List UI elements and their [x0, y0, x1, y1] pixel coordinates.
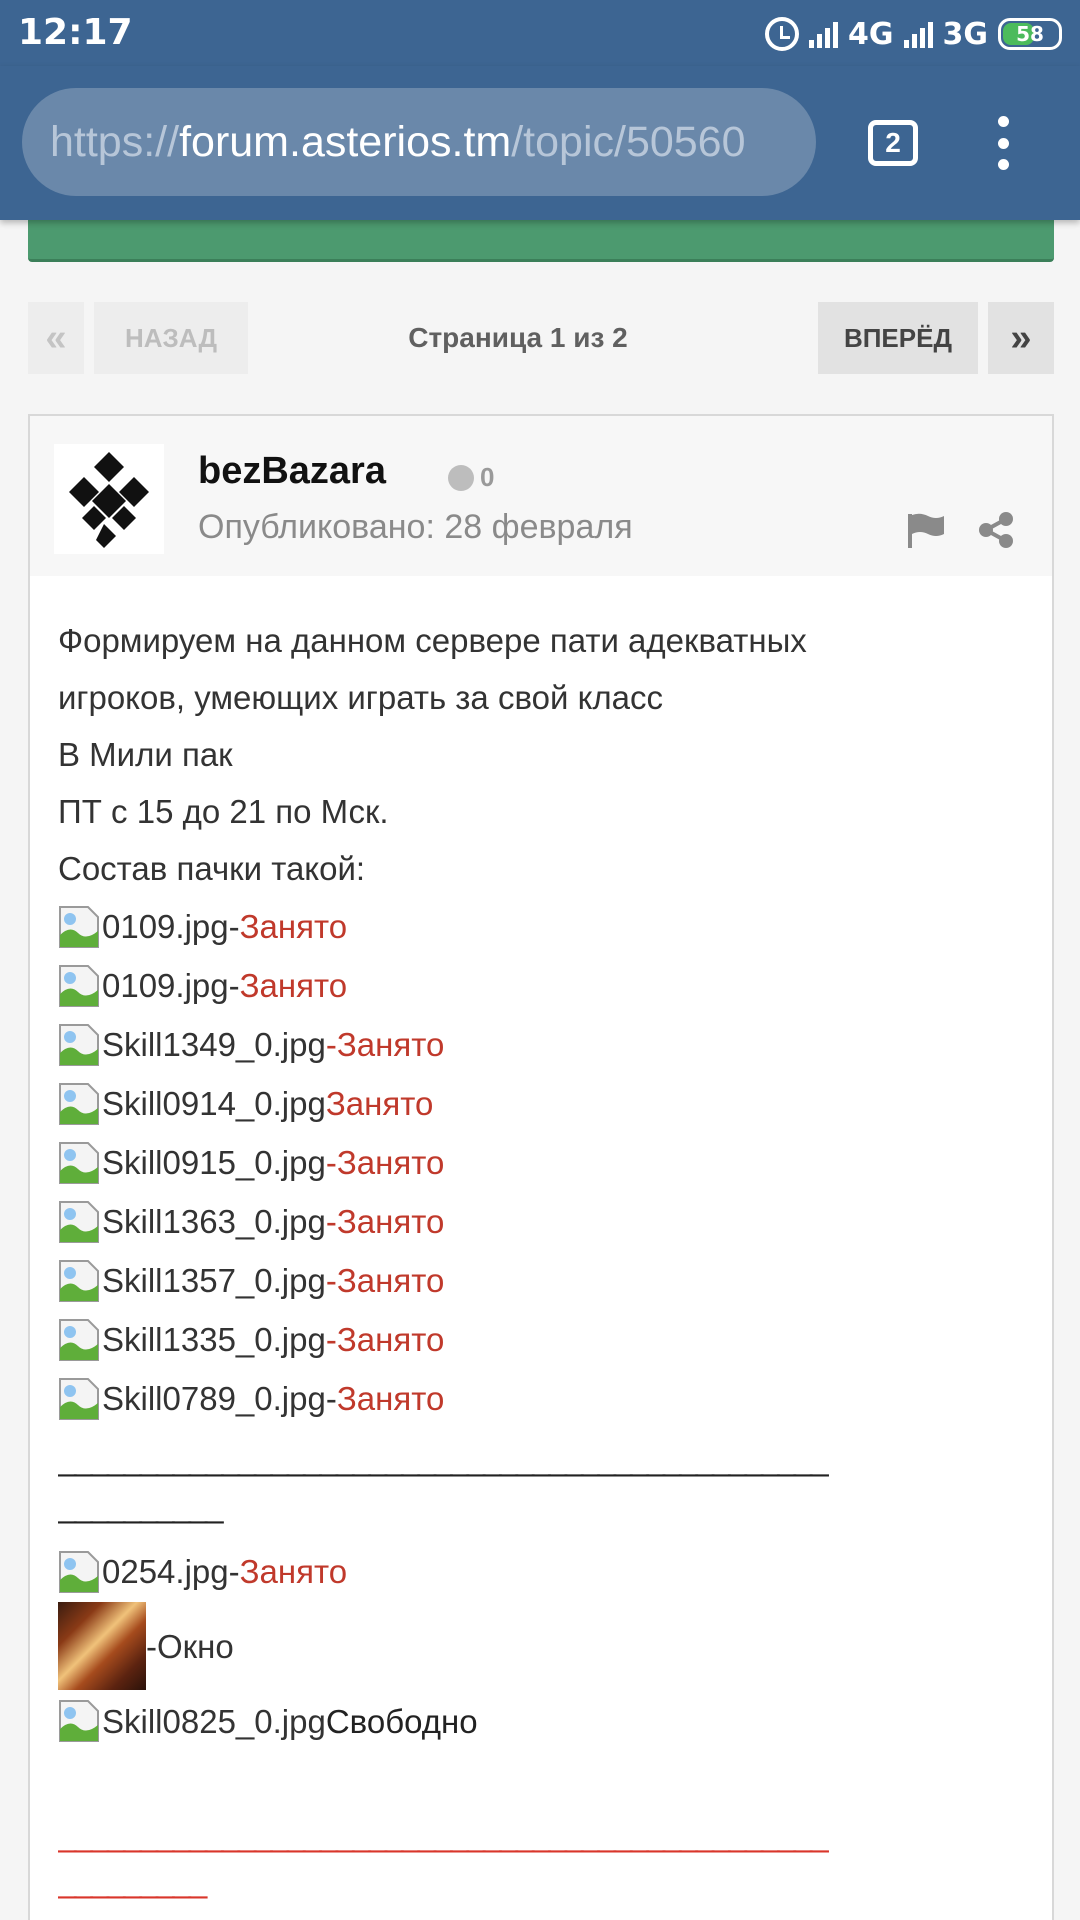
broken-image-icon [58, 1259, 102, 1303]
slot-file: Skill0825_0.jpg [102, 1702, 326, 1740]
slot-status: -Занято [325, 1203, 445, 1240]
alarm-icon [765, 17, 799, 51]
tabs-button[interactable]: 2 [868, 120, 918, 166]
separator-line: ________________________________________… [58, 1440, 829, 1477]
post-date: Опубликовано: 28 февраля [198, 508, 633, 546]
prev-page-button[interactable]: НАЗАД [94, 302, 248, 374]
author-name[interactable]: bezBazara [198, 450, 386, 493]
slot-status: -Занято [325, 1262, 445, 1299]
slot-file: Skill0789_0.jpg- [102, 1380, 337, 1417]
url-scheme: https:// [50, 118, 180, 166]
avatar[interactable] [54, 444, 164, 554]
signal-icon-2 [903, 20, 933, 48]
url-bar[interactable]: https://forum.asterios.tm/topic/50560 [22, 88, 816, 196]
slot-status: -Занято [325, 1144, 445, 1181]
browser-toolbar: https://forum.asterios.tm/topic/50560 2 [0, 66, 1080, 220]
broken-image-icon [58, 1200, 102, 1244]
post-header: bezBazara 0 Опубликовано: 28 февраля [30, 416, 1052, 576]
post: bezBazara 0 Опубликовано: 28 февраля Фор… [28, 414, 1054, 1920]
party-slot: Skill0789_0.jpg- Занято [58, 1369, 1028, 1428]
avatar-logo-icon [69, 452, 149, 548]
separator-line: __________ [58, 1487, 224, 1524]
reputation-count: 0 [480, 462, 495, 492]
post-line: В Мили пак [58, 736, 233, 773]
signal-icon [809, 20, 838, 48]
party-slot: Skill0914_0.jpg Занято [58, 1074, 1028, 1133]
broken-image-icon [58, 1318, 102, 1362]
menu-icon[interactable] [986, 116, 1020, 170]
battery-icon: 58 [998, 18, 1062, 50]
slot-status: Занято [325, 1085, 434, 1122]
post-line: Формируем на данном сервере пати адекват… [58, 622, 807, 659]
broken-image-icon [58, 1023, 102, 1067]
url-host: forum.asterios.tm [179, 118, 512, 166]
post-line: игроков, умеющих играть за свой класс [58, 679, 663, 716]
slot-status: -Занято [325, 1321, 445, 1358]
slot-file: Skill1357_0.jpg [102, 1262, 326, 1299]
broken-image-icon [58, 1550, 102, 1594]
skill-image [58, 1602, 146, 1690]
separator-line-red: ________________________________________… [58, 1816, 829, 1853]
slot-status: -Занято [325, 1026, 445, 1063]
party-slot: Skill0915_0.jpg -Занято [58, 1133, 1028, 1192]
status-time: 12:17 [18, 12, 133, 53]
reputation-badge: 0 [448, 462, 494, 493]
status-icons: 4G 3G 58 [765, 12, 1062, 56]
last-page-button[interactable]: » [988, 302, 1054, 374]
slot-status: Занято [239, 1553, 348, 1590]
network-type-1: 4G [848, 16, 894, 52]
broken-image-icon [58, 905, 102, 949]
post-line: Состав пачки такой: [58, 850, 366, 887]
slot-file: Skill1349_0.jpg [102, 1026, 326, 1063]
slot-file: Skill1363_0.jpg [102, 1203, 326, 1240]
party-slot: Skill1357_0.jpg -Занято [58, 1251, 1028, 1310]
slot-file: 0109.jpg- [102, 967, 240, 1004]
network-type-2: 3G [942, 16, 989, 52]
broken-image-icon [58, 1377, 102, 1421]
separator-line-red: _________ [58, 1863, 207, 1899]
slot-status: Занято [239, 908, 348, 945]
party-slot: Skill1363_0.jpg -Занято [58, 1192, 1028, 1251]
broken-image-icon [58, 1699, 102, 1743]
url-path: /topic/50560 [511, 118, 746, 166]
battery-level: 58 [1016, 22, 1044, 46]
window-slot: -Окно [58, 1601, 1028, 1691]
next-page-button[interactable]: ВПЕРЁД [818, 302, 978, 374]
slot-file: Skill0915_0.jpg [102, 1144, 326, 1181]
slot-file: 0109.jpg- [102, 908, 240, 945]
slot-status: Занято [336, 1380, 445, 1417]
broken-image-icon [58, 964, 102, 1008]
party-slot: 0109.jpg- Занято [58, 956, 1028, 1015]
party-slot: 0109.jpg- Занято [58, 897, 1028, 956]
post-body: Формируем на данном сервере пати адекват… [58, 612, 1028, 1913]
slot-status: Свободно [325, 1702, 478, 1740]
slot-status: Занято [239, 967, 348, 1004]
broken-image-icon [58, 1141, 102, 1185]
reputation-dot-icon [448, 464, 474, 491]
party-slot: Skill1349_0.jpg -Занято [58, 1015, 1028, 1074]
first-page-button[interactable]: « [28, 302, 84, 374]
status-bar: 12:17 4G 3G 58 [0, 0, 1080, 66]
slot-file: Skill1335_0.jpg [102, 1321, 326, 1358]
party-slot: Skill1335_0.jpg -Занято [58, 1310, 1028, 1369]
page-info[interactable]: Страница 1 из 2 [268, 302, 768, 374]
broken-image-icon [58, 1082, 102, 1126]
share-icon[interactable] [978, 512, 1014, 548]
window-label: -Окно [146, 1627, 234, 1665]
pagination: « НАЗАД Страница 1 из 2 ВПЕРЁД » [28, 302, 1054, 374]
free-slot: Skill0825_0.jpg Свободно [58, 1691, 1028, 1751]
slot-file: 0254.jpg- [102, 1553, 240, 1590]
post-line: ПТ с 15 до 21 по Мск. [58, 793, 389, 830]
slot-file: Skill0914_0.jpg [102, 1085, 326, 1122]
extra-slot: 0254.jpg- Занято [58, 1542, 1028, 1601]
flag-icon[interactable] [906, 512, 946, 548]
